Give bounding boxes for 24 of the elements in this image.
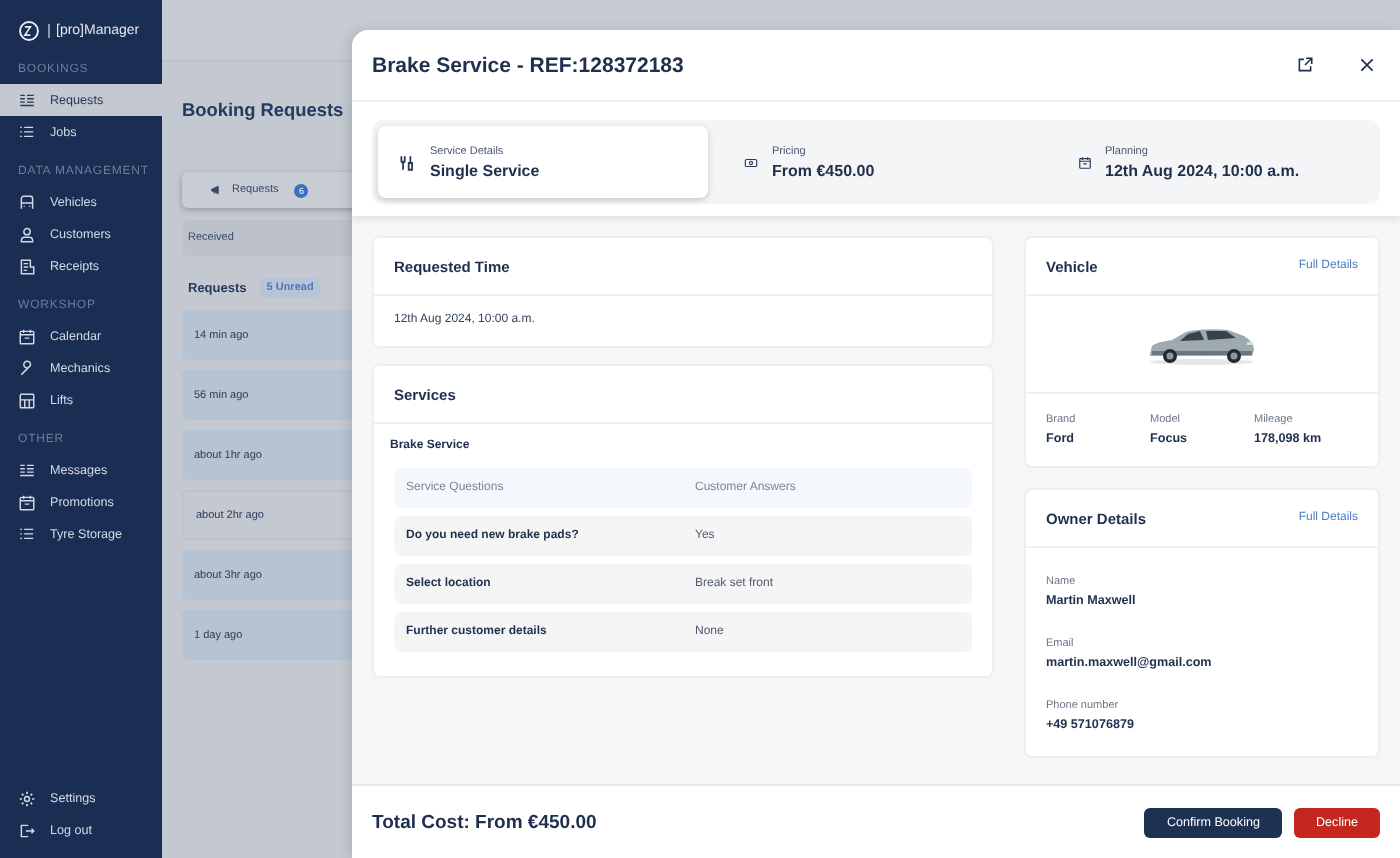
- list-icon: [18, 91, 36, 109]
- close-icon: [1358, 56, 1376, 74]
- summary-value: Single Service: [430, 161, 540, 179]
- person-icon: [18, 225, 36, 243]
- settings-icon: [18, 789, 36, 807]
- logout-icon: [18, 821, 36, 839]
- modal-title: Brake Service - REF:128372183: [372, 53, 686, 77]
- summary-value: From €450.00: [772, 161, 875, 179]
- grid-icon: [18, 391, 36, 409]
- car-front-icon: [18, 193, 36, 211]
- logo-icon: [18, 20, 40, 42]
- document-icon: [18, 257, 36, 275]
- total-cost: Total Cost: From €450.00: [372, 811, 599, 833]
- page-title: Booking Requests: [182, 100, 346, 120]
- list-icon: [18, 123, 36, 141]
- list-icon: [18, 525, 36, 543]
- external-link-icon: [1296, 56, 1314, 74]
- calendar-icon: [18, 327, 36, 345]
- list-icon: [18, 461, 36, 479]
- banknote-icon: [744, 155, 758, 169]
- calendar-icon: [1077, 155, 1091, 169]
- summary-value: 12th Aug 2024, 10:00 a.m.: [1105, 161, 1300, 179]
- tools-icon: [398, 153, 416, 171]
- calendar-icon: [18, 493, 36, 511]
